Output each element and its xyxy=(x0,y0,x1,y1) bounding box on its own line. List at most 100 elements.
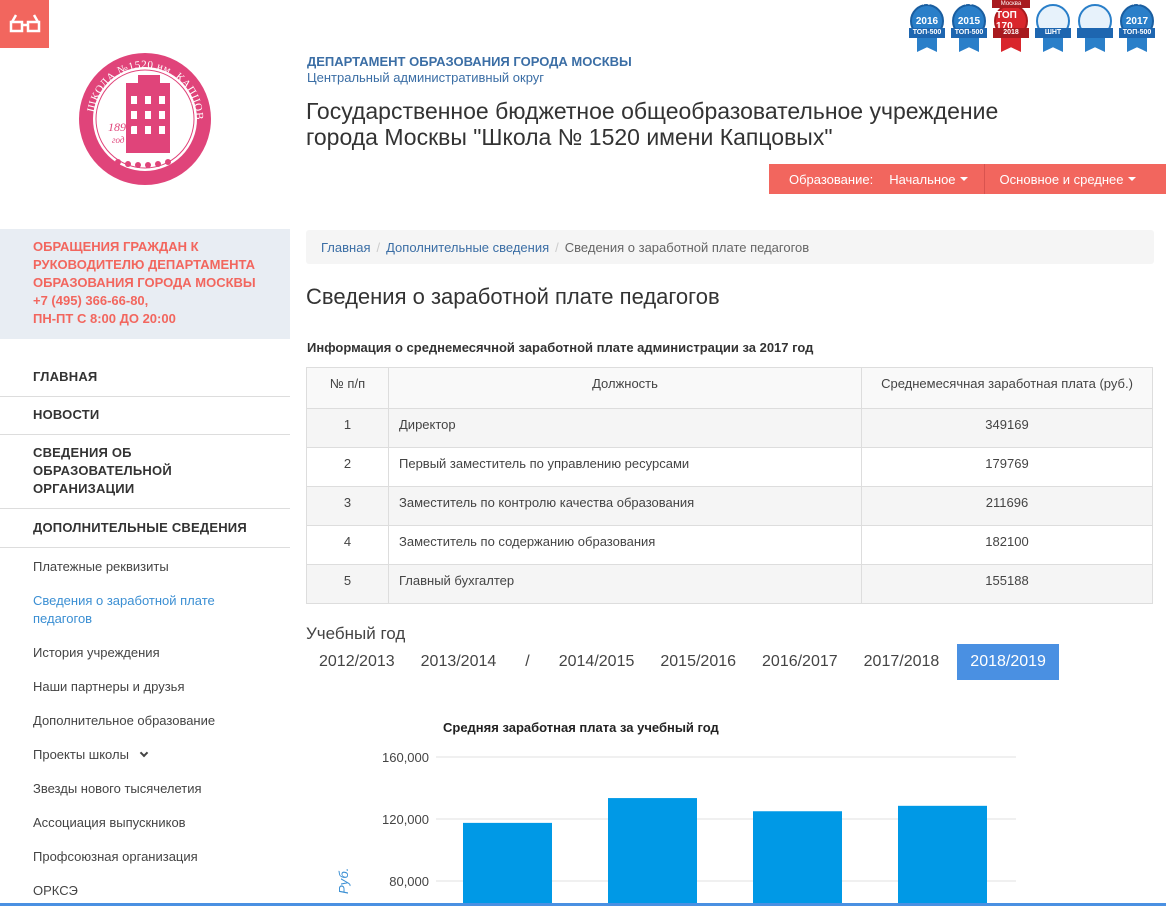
column-header-number: № п/п xyxy=(306,367,389,409)
chart-bar xyxy=(608,798,697,906)
award-tails xyxy=(917,36,937,52)
sub-item-school-projects-label: Проекты школы xyxy=(33,747,129,762)
sub-item-school-projects[interactable]: Проекты школы xyxy=(0,738,290,772)
award-badge[interactable]: 2017 ТОП-500 РФ xyxy=(1118,0,1156,56)
caret-down-icon xyxy=(1127,177,1136,181)
table-row: 1 Директор 349169 xyxy=(306,408,1153,448)
table-title: Информация о среднемесячной заработной п… xyxy=(307,340,814,355)
award-ribbon xyxy=(1077,28,1113,38)
cell-salary: 349169 xyxy=(861,408,1153,448)
year-tab-selected[interactable]: 2018/2019 xyxy=(957,644,1059,680)
appeal-line: руководителю Департамента xyxy=(33,257,256,272)
cell-number: 1 xyxy=(306,408,389,448)
appeal-hours: ПН-ПТ С 8:00 ДО 20:00 xyxy=(33,311,176,326)
award-tails xyxy=(1127,36,1147,52)
page-title: Сведения о заработной плате педагогов xyxy=(306,284,720,309)
cell-salary: 179769 xyxy=(861,447,1153,487)
breadcrumb-home[interactable]: Главная xyxy=(321,240,370,255)
school-name: Государственное бюджетное общеобразовате… xyxy=(306,98,999,150)
salary-chart-svg: Средняя заработная плата за учебный год 1… xyxy=(336,720,1016,906)
award-ribbon: ТОП-500 xyxy=(951,28,987,38)
sub-item-stars[interactable]: Звезды нового тысячелетия xyxy=(0,772,290,806)
year-separator: / xyxy=(525,653,530,670)
award-ribbon: ШНТ xyxy=(1035,28,1071,38)
award-tails xyxy=(1001,36,1021,52)
menu-item-news[interactable]: НОВОСТИ xyxy=(0,397,290,435)
award-badge[interactable]: 2016 ТОП-500 РФ xyxy=(908,0,946,56)
breadcrumb: Главная / Дополнительные сведения / Свед… xyxy=(306,230,1154,264)
cell-salary: 211696 xyxy=(861,486,1153,526)
table-row: 3 Заместитель по контролю качества образ… xyxy=(306,486,1153,526)
sub-item-alumni[interactable]: Ассоциация выпускников xyxy=(0,806,290,840)
cell-salary: 182100 xyxy=(861,525,1153,565)
award-tails xyxy=(1085,36,1105,52)
school-year-tabs: 2012/2013 2013/2014 / 2014/2015 2015/201… xyxy=(306,644,1059,680)
sub-item-partners[interactable]: Наши партнеры и друзья xyxy=(0,670,290,704)
svg-text:год: год xyxy=(112,135,125,145)
menu-item-additional-info[interactable]: ДОПОЛНИТЕЛЬНЫЕ СВЕДЕНИЯ xyxy=(0,509,290,548)
cell-position: Заместитель по контролю качества образов… xyxy=(388,486,862,526)
chart-bar xyxy=(898,805,987,906)
year-tab[interactable]: 2012/2013 xyxy=(306,644,408,680)
year-tab[interactable]: 2013/2014 xyxy=(408,644,510,680)
education-primary-dropdown[interactable]: Начальное xyxy=(889,164,983,194)
award-badge[interactable] xyxy=(1076,0,1114,56)
table-header-row: № п/п Должность Среднемесячная заработна… xyxy=(306,367,1153,409)
chevron-down-icon xyxy=(139,748,149,758)
menu-item-organization-info-label: СВЕДЕНИЯ ОБ ОБРАЗОВАТЕЛЬНОЙ ОРГАНИЗАЦИИ xyxy=(33,445,172,496)
school-year-label: Учебный год xyxy=(306,624,406,643)
sub-item-union[interactable]: Профсоюзная организация xyxy=(0,840,290,874)
column-header-position: Должность xyxy=(388,367,862,409)
cell-position: Первый заместитель по управлению ресурса… xyxy=(388,447,862,487)
department-title[interactable]: ДЕПАРТАМЕНТ ОБРАЗОВАНИЯ ГОРОДА МОСКВЫ xyxy=(307,54,632,69)
appeal-line: образования города Москвы xyxy=(33,275,256,290)
chart-y-tick-label: 80,000 xyxy=(389,874,429,889)
award-top-label: Москва xyxy=(992,0,1030,8)
cell-position: Директор xyxy=(388,408,862,448)
salary-table: № п/п Должность Среднемесячная заработна… xyxy=(306,367,1153,604)
breadcrumb-separator: / xyxy=(376,239,381,255)
svg-text:1892: 1892 xyxy=(108,120,132,134)
year-tab[interactable]: 2017/2018 xyxy=(851,644,953,680)
breadcrumb-separator: / xyxy=(555,239,559,255)
education-bar: Образование: Начальное Основное и средне… xyxy=(769,164,1166,194)
chart-y-tick-label: 120,000 xyxy=(382,812,429,827)
table-row: 5 Главный бухгалтер 155188 xyxy=(306,564,1153,604)
sub-item-history[interactable]: История учреждения xyxy=(0,636,290,670)
sub-item-orkse[interactable]: ОРКСЭ xyxy=(0,874,290,906)
school-logo[interactable]: 1892 год ШКОЛА №1520 им. КАПЦОВЫХ xyxy=(73,42,212,187)
award-tails xyxy=(959,36,979,52)
year-tab[interactable]: 2014/2015 xyxy=(546,644,648,680)
year-tab[interactable]: 2015/2016 xyxy=(647,644,749,680)
cell-position: Заместитель по содержанию образования xyxy=(388,525,862,565)
cell-number: 4 xyxy=(306,525,389,565)
award-tails xyxy=(1043,36,1063,52)
award-badge[interactable]: 2015 ТОП-500 РФ xyxy=(950,0,988,56)
education-secondary-dropdown[interactable]: Основное и среднее xyxy=(1000,164,1152,194)
award-badge[interactable]: ШНТ xyxy=(1034,0,1072,56)
award-ribbon: ТОП-500 xyxy=(1119,28,1155,38)
education-primary-label: Начальное xyxy=(889,171,956,187)
breadcrumb-section[interactable]: Дополнительные сведения xyxy=(386,240,549,255)
sub-item-extra-education[interactable]: Дополнительное образование xyxy=(0,704,290,738)
year-tab[interactable]: 2016/2017 xyxy=(749,644,851,680)
appeal-line: Обращения граждан к xyxy=(33,239,199,254)
chart-bar xyxy=(753,811,842,906)
award-badge[interactable]: ТОП 170 2018 Москва xyxy=(992,0,1030,56)
accessibility-glasses-button[interactable] xyxy=(0,0,49,48)
sub-item-payment-details[interactable]: Платежные реквизиты xyxy=(0,548,290,584)
citizen-appeal-box[interactable]: Обращения граждан к руководителю Департа… xyxy=(0,229,290,339)
chart-y-axis-label: Руб. xyxy=(336,868,351,894)
table-row: 2 Первый заместитель по управлению ресур… xyxy=(306,447,1153,487)
menu-item-organization-info[interactable]: СВЕДЕНИЯ ОБ ОБРАЗОВАТЕЛЬНОЙ ОРГАНИЗАЦИИ xyxy=(0,435,230,508)
district-title[interactable]: Центральный административный округ xyxy=(307,70,544,85)
sub-item-teacher-salary[interactable]: Сведения о заработной плате педагогов xyxy=(0,584,240,636)
cell-number: 5 xyxy=(306,564,389,604)
award-top-label: РФ xyxy=(1132,1,1142,7)
awards-row: 2016 ТОП-500 РФ 2015 ТОП-500 РФ ТОП 170 2018 Мос… xyxy=(908,0,1156,56)
glasses-icon xyxy=(9,14,40,33)
breadcrumb-current: Сведения о заработной плате педагогов xyxy=(564,239,810,255)
menu-item-home[interactable]: ГЛАВНАЯ xyxy=(0,359,290,397)
award-ribbon: ТОП-500 xyxy=(909,28,945,38)
chart-title: Средняя заработная плата за учебный год xyxy=(443,720,720,735)
